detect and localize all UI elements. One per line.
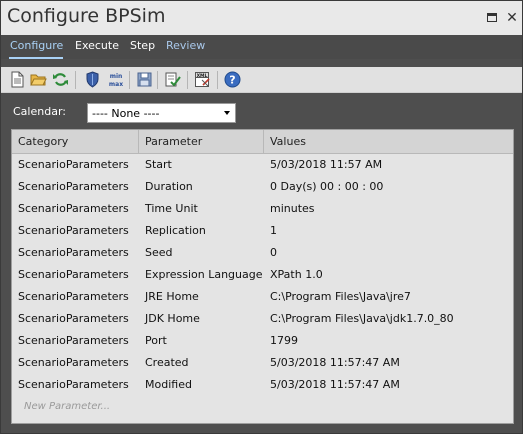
svg-text:XML: XML bbox=[197, 73, 208, 79]
chevron-down-icon bbox=[224, 111, 230, 115]
parameter-cell: Replication bbox=[145, 224, 206, 237]
close-icon[interactable]: ✕ bbox=[505, 11, 519, 25]
calendar-selected-value: ---- None ---- bbox=[92, 107, 160, 120]
table-row[interactable]: ScenarioParameters Modified 5/03/2018 11… bbox=[12, 374, 513, 396]
table-row[interactable]: ScenarioParameters Seed 0 bbox=[12, 242, 513, 264]
tab-step[interactable]: Step bbox=[130, 39, 155, 52]
toolbar-separator bbox=[217, 71, 218, 89]
category-cell: ScenarioParameters bbox=[18, 356, 129, 369]
tab-bar: Configure Execute Step Review bbox=[1, 35, 522, 59]
category-cell: ScenarioParameters bbox=[18, 312, 129, 325]
value-cell[interactable]: 0 bbox=[264, 242, 513, 264]
svg-text:max: max bbox=[109, 81, 123, 88]
open-folder-icon[interactable] bbox=[30, 71, 47, 88]
table-row[interactable]: ScenarioParameters Expression Language X… bbox=[12, 264, 513, 286]
save-icon[interactable] bbox=[136, 71, 153, 88]
parameters-grid: Category Parameter Values ScenarioParame… bbox=[11, 129, 514, 424]
category-cell: ScenarioParameters bbox=[18, 268, 129, 281]
tab-configure[interactable]: Configure bbox=[10, 39, 63, 52]
parameter-cell: Expression Language bbox=[145, 268, 263, 281]
new-parameter-row[interactable]: New Parameter... bbox=[12, 396, 513, 418]
parameter-cell: Created bbox=[145, 356, 189, 369]
column-header-values[interactable]: Values bbox=[264, 130, 513, 154]
parameter-cell: JRE Home bbox=[145, 290, 199, 303]
value-cell[interactable]: C:\Program Files\Java\jdk1.7.0_80 bbox=[264, 308, 513, 330]
category-cell: ScenarioParameters bbox=[18, 334, 129, 347]
table-row[interactable]: ScenarioParameters Replication 1 bbox=[12, 220, 513, 242]
category-cell: ScenarioParameters bbox=[18, 290, 129, 303]
category-cell: ScenarioParameters bbox=[18, 224, 129, 237]
toolbar-separator bbox=[157, 71, 158, 89]
xml-export-icon[interactable]: XML bbox=[194, 71, 211, 88]
category-cell: ScenarioParameters bbox=[18, 246, 129, 259]
value-cell[interactable]: minutes bbox=[264, 198, 513, 220]
refresh-icon[interactable] bbox=[52, 71, 69, 88]
min-max-icon[interactable]: min max bbox=[106, 71, 126, 88]
column-header-category[interactable]: Category bbox=[12, 130, 139, 154]
category-cell: ScenarioParameters bbox=[18, 378, 129, 391]
table-row[interactable]: ScenarioParameters Created 5/03/2018 11:… bbox=[12, 352, 513, 374]
parameter-cell: Duration bbox=[145, 180, 193, 193]
value-cell[interactable]: C:\Program Files\Java\jre7 bbox=[264, 286, 513, 308]
toolbar-separator bbox=[187, 71, 188, 89]
category-cell: ScenarioParameters bbox=[18, 180, 129, 193]
shield-icon[interactable] bbox=[84, 71, 101, 88]
parameter-cell: Time Unit bbox=[145, 202, 198, 215]
restore-icon[interactable] bbox=[485, 11, 499, 25]
validate-icon[interactable] bbox=[164, 71, 181, 88]
parameter-cell: Modified bbox=[145, 378, 192, 391]
value-cell[interactable]: 1799 bbox=[264, 330, 513, 352]
tab-review[interactable]: Review bbox=[166, 39, 205, 52]
grid-rows: ScenarioParameters Start 5/03/2018 11:57… bbox=[12, 154, 513, 418]
category-cell: ScenarioParameters bbox=[18, 202, 129, 215]
grid-header: Category Parameter Values bbox=[12, 130, 513, 154]
table-row[interactable]: ScenarioParameters JDK Home C:\Program F… bbox=[12, 308, 513, 330]
toolbar-separator bbox=[129, 71, 130, 89]
new-document-icon[interactable] bbox=[9, 71, 26, 88]
value-cell[interactable]: 5/03/2018 11:57:47 AM bbox=[264, 374, 513, 396]
window-title: Configure BPSim bbox=[7, 5, 166, 27]
value-cell[interactable]: 0 Day(s) 00 : 00 : 00 bbox=[264, 176, 513, 198]
calendar-label: Calendar: bbox=[13, 105, 66, 118]
configure-bpsim-window: Configure BPSim ✕ Configure Execute Step… bbox=[0, 0, 523, 434]
svg-text:?: ? bbox=[229, 74, 235, 87]
parameter-cell: JDK Home bbox=[145, 312, 200, 325]
column-header-parameter[interactable]: Parameter bbox=[139, 130, 264, 154]
value-cell[interactable]: XPath 1.0 bbox=[264, 264, 513, 286]
help-icon[interactable]: ? bbox=[224, 71, 241, 88]
calendar-dropdown[interactable]: ---- None ---- bbox=[87, 103, 236, 123]
active-tab-underline bbox=[9, 57, 63, 59]
parameter-cell: Start bbox=[145, 158, 172, 171]
title-bar: Configure BPSim ✕ bbox=[1, 1, 522, 35]
parameter-cell: Port bbox=[145, 334, 167, 347]
value-cell[interactable]: 5/03/2018 11:57:47 AM bbox=[264, 352, 513, 374]
table-row[interactable]: ScenarioParameters JRE Home C:\Program F… bbox=[12, 286, 513, 308]
table-row[interactable]: ScenarioParameters Port 1799 bbox=[12, 330, 513, 352]
value-cell[interactable]: 5/03/2018 11:57 AM bbox=[264, 154, 513, 176]
svg-text:min: min bbox=[110, 73, 123, 80]
table-row[interactable]: ScenarioParameters Start 5/03/2018 11:57… bbox=[12, 154, 513, 176]
table-row[interactable]: ScenarioParameters Time Unit minutes bbox=[12, 198, 513, 220]
value-cell[interactable]: 1 bbox=[264, 220, 513, 242]
tab-execute[interactable]: Execute bbox=[75, 39, 119, 52]
toolbar-separator bbox=[75, 71, 76, 89]
toolbar: min max XML ? bbox=[1, 67, 522, 93]
table-row[interactable]: ScenarioParameters Duration 0 Day(s) 00 … bbox=[12, 176, 513, 198]
category-cell: ScenarioParameters bbox=[18, 158, 129, 171]
parameter-cell: Seed bbox=[145, 246, 173, 259]
